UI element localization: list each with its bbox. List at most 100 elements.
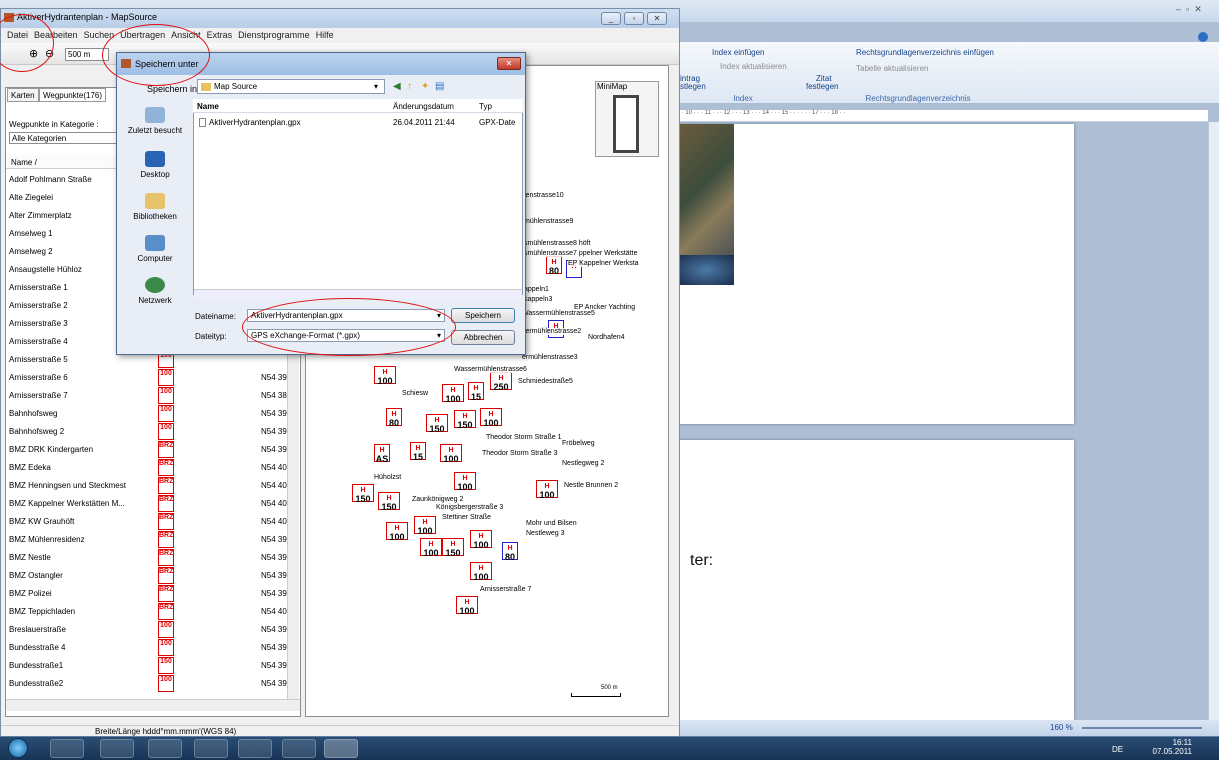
map-hydrant-marker[interactable]: H 15 [468, 382, 484, 402]
minimize-button[interactable]: _ [601, 12, 621, 25]
cancel-button[interactable]: Abbrechen [451, 330, 515, 345]
waypoint-row[interactable]: BMZ Henningsen und Steckmest BRZ N54 40.2 [9, 477, 294, 495]
col-name[interactable]: Name [197, 102, 219, 111]
taskbar-media[interactable] [194, 739, 228, 758]
language-indicator[interactable]: DE [1112, 745, 1123, 754]
map-hydrant-marker[interactable]: H 100 [454, 472, 476, 492]
map-hydrant-marker[interactable]: H 100 [374, 366, 396, 386]
view-menu-icon[interactable]: ▤ [435, 81, 444, 92]
recent-icon [145, 107, 165, 123]
map-hydrant-marker[interactable]: H 100 [536, 480, 558, 500]
map-hydrant-marker[interactable]: H 150 [378, 492, 400, 512]
map-hydrant-marker[interactable]: H AS [374, 444, 390, 464]
map-hydrant-marker[interactable]: H 80 [386, 408, 402, 428]
file-row[interactable]: AktiverHydrantenplan.gpx 26.04.2011 21:4… [197, 117, 517, 129]
map-waypoint-label: smühlenstrasse8 höft [524, 240, 591, 247]
up-folder-icon[interactable]: ↑ [407, 81, 412, 92]
help-icon[interactable] [1198, 32, 1208, 42]
map-hydrant-marker[interactable]: H 150 [442, 538, 464, 558]
col-type[interactable]: Typ [479, 102, 492, 111]
menu-extras[interactable]: Extras [207, 30, 233, 40]
place-computer[interactable]: Computer [119, 235, 191, 263]
word-window-controls[interactable]: – ▫ ✕ [1176, 4, 1202, 15]
taskbar-firefox[interactable] [148, 739, 182, 758]
menu-hilfe[interactable]: Hilfe [316, 30, 334, 40]
tab-wegpunkte[interactable]: Wegpunkte(176) [39, 88, 106, 102]
waypoint-name: BMZ KW Grauhöft [9, 517, 75, 526]
map-waypoint-label: Theodor Storm Straße 3 [482, 450, 558, 457]
file-list-scrollbar[interactable] [194, 289, 522, 298]
rgv-insert-button[interactable]: Rechtsgrundlagenverzeichnis einfügen [856, 48, 994, 57]
taskbar-mapsource[interactable] [324, 739, 358, 758]
taskbar-app-6[interactable] [282, 739, 316, 758]
tab-karten[interactable]: Karten [7, 88, 39, 102]
dialog-close-button[interactable]: ✕ [497, 57, 521, 70]
map-hydrant-marker[interactable]: H 150 [352, 484, 374, 504]
waypoint-row[interactable]: BMZ DRK Kindergarten BRZ N54 39.4 [9, 441, 294, 459]
map-hydrant-marker[interactable]: H 80 [502, 542, 518, 562]
waypoint-row[interactable]: Arnisserstraße 7 100 N54 38.9 [9, 387, 294, 405]
waypoint-row[interactable]: Bahnhofsweg 100 N54 39.4 [9, 405, 294, 423]
waypoint-row[interactable]: Breslauerstraße 100 N54 39.2 [9, 621, 294, 639]
index-update-button[interactable]: Index aktualisieren [720, 62, 787, 71]
name-column-header[interactable]: Name / [11, 158, 37, 167]
map-hydrant-marker[interactable]: H 100 [480, 408, 502, 428]
map-waypoint-label: Hüholzst [374, 474, 402, 481]
map-hydrant-marker[interactable]: H 100 [470, 562, 492, 582]
new-folder-icon[interactable]: ✦ [421, 81, 429, 92]
waypoint-row[interactable]: BMZ Nestle BRZ N54 39.3 [9, 549, 294, 567]
category-select[interactable]: Alle Kategorien [9, 132, 121, 144]
map-hydrant-marker[interactable]: H 80 [546, 256, 562, 276]
place-desktop[interactable]: Desktop [119, 151, 191, 179]
waypoint-row[interactable]: BMZ Teppichladen BRZ N54 40.0 [9, 603, 294, 621]
col-date[interactable]: Änderungsdatum [393, 102, 454, 111]
zoom-slider[interactable] [1082, 727, 1202, 729]
waypoint-row[interactable]: Bahnhofsweg 2 100 N54 39.4 [9, 423, 294, 441]
start-button[interactable] [8, 738, 28, 758]
map-hydrant-marker[interactable]: H 250 [490, 372, 512, 392]
taskbar-word[interactable] [238, 739, 272, 758]
map-hydrant-marker[interactable]: H 100 [442, 384, 464, 404]
map-hydrant-marker[interactable]: H 150 [426, 414, 448, 434]
zoom-level[interactable]: 160 % [1050, 723, 1073, 732]
waypoint-row[interactable]: Bundesstraße2 100 N54 39.5 [9, 675, 294, 693]
place-recent[interactable]: Zuletzt besucht [119, 107, 191, 135]
save-in-select[interactable]: Map Source ▾ [197, 79, 385, 94]
waypoint-row[interactable]: BMZ Kappelner Werkstätten M... BRZ N54 40.… [9, 495, 294, 513]
waypoint-row[interactable]: Arnisserstraße 6 100 N54 39.0 [9, 369, 294, 387]
maximize-button[interactable]: ▫ [624, 12, 644, 25]
place-libraries[interactable]: Bibliotheken [119, 193, 191, 221]
menu-dienstprogramme[interactable]: Dienstprogramme [238, 30, 310, 40]
waypoint-row[interactable]: BMZ Ostangler BRZ N54 39.7 [9, 567, 294, 585]
map-hydrant-marker[interactable]: H 100 [456, 596, 478, 616]
save-button[interactable]: Speichern [451, 308, 515, 323]
waypoint-row[interactable]: Bundesstraße1 150 N54 39.6 [9, 657, 294, 675]
table-update-button[interactable]: Tabelle aktualisieren [856, 64, 929, 73]
waypoint-row[interactable]: BMZ Mühlenresidenz BRZ N54 39.6 [9, 531, 294, 549]
list-horizontal-scrollbar[interactable] [6, 699, 300, 711]
taskbar-explorer[interactable] [50, 739, 84, 758]
map-hydrant-marker[interactable]: H 100 [420, 538, 442, 558]
taskbar-app-2[interactable] [100, 739, 134, 758]
waypoint-row[interactable]: BMZ KW Grauhöft BRZ N54 40.1 [9, 513, 294, 531]
map-hydrant-marker[interactable]: H 15 [410, 442, 426, 462]
waypoint-name: Arnisserstraße 2 [9, 301, 68, 310]
map-hydrant-marker[interactable]: H 100 [470, 530, 492, 550]
place-network[interactable]: Netzwerk [119, 277, 191, 305]
minimap-viewport[interactable] [613, 95, 639, 153]
waypoint-row[interactable]: BMZ Polizei BRZ N54 39.6 [9, 585, 294, 603]
back-icon[interactable]: ◀ [393, 81, 401, 92]
index-insert-button[interactable]: Index einfügen [712, 48, 765, 57]
clock[interactable]: 16:11 07.05.2011 [1140, 738, 1192, 756]
map-hydrant-marker[interactable]: H 100 [440, 444, 462, 464]
hydrant-icon: BRZ [158, 459, 174, 476]
map-waypoint-label: Königsbergerstraße 3 [436, 504, 504, 511]
word-vertical-scrollbar[interactable] [1208, 122, 1219, 720]
word-page-1 [678, 124, 1074, 424]
waypoint-row[interactable]: Bundesstraße 4 100 N54 39.5 [9, 639, 294, 657]
map-hydrant-marker[interactable]: H 100 [386, 522, 408, 542]
map-hydrant-marker[interactable]: H 100 [414, 516, 436, 536]
waypoint-row[interactable]: BMZ Edeka BRZ N54 40.0 [9, 459, 294, 477]
close-button[interactable]: ✕ [647, 12, 667, 25]
map-hydrant-marker[interactable]: H 150 [454, 410, 476, 430]
